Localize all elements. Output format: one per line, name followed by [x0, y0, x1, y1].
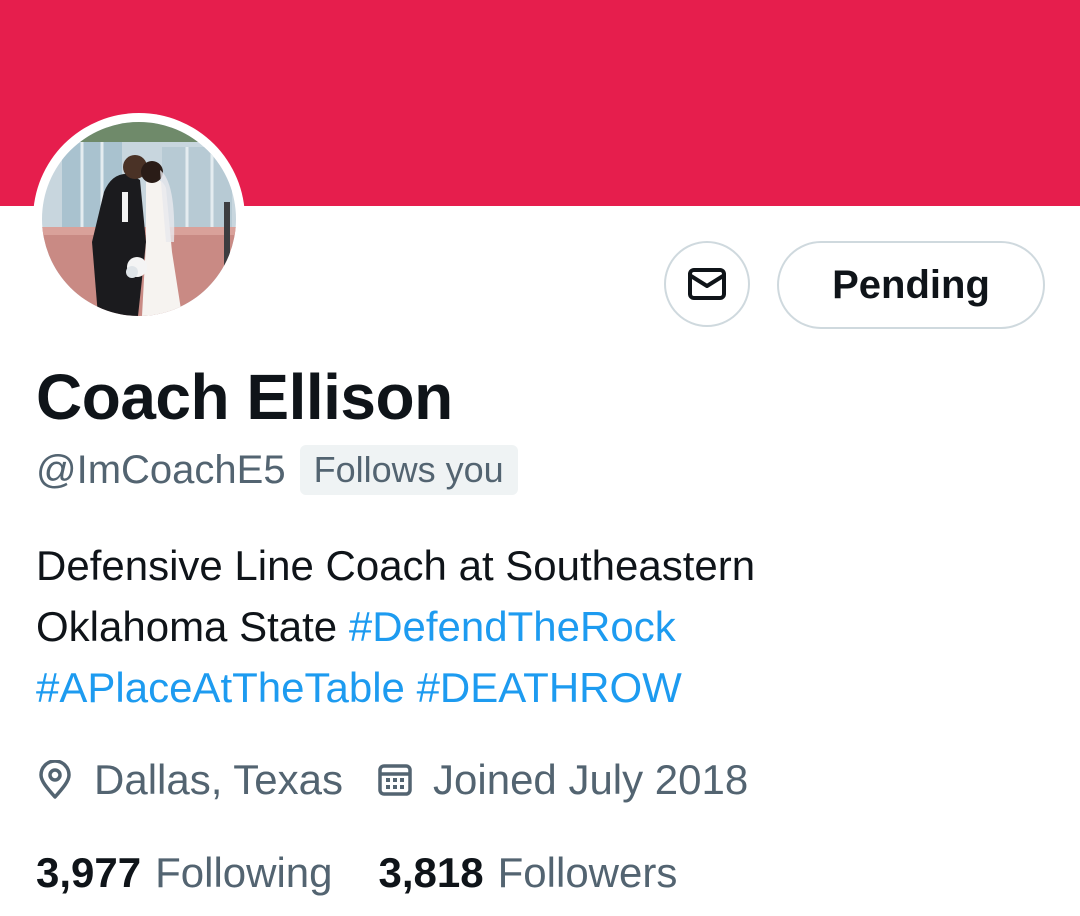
display-name: Coach Ellison	[36, 361, 453, 433]
following-link[interactable]: 3,977 Following	[36, 849, 333, 897]
follows-you-badge: Follows you	[299, 445, 518, 495]
followers-link[interactable]: 3,818 Followers	[379, 849, 678, 897]
handle-row: @ImCoachE5 Follows you	[36, 443, 518, 497]
followers-label: Followers	[497, 849, 678, 896]
username-handle: @ImCoachE5	[36, 447, 286, 492]
location-text: Dallas, Texas	[94, 756, 344, 803]
pending-button[interactable]: Pending	[777, 241, 1045, 329]
following-count: 3,977	[36, 849, 142, 896]
pending-button-label: Pending	[832, 262, 990, 307]
profile-bio: Defensive Line Coach at Southeastern Okl…	[36, 535, 936, 718]
joined-item: Joined July 2018	[377, 756, 748, 804]
bio-line-3: #APlaceAtTheTable #DEATHROW	[36, 657, 936, 718]
joined-text: Joined July 2018	[433, 756, 749, 803]
calendar-icon	[377, 762, 413, 798]
hashtag-link[interactable]: #DEATHROW	[417, 664, 682, 711]
hashtag-link[interactable]: #DefendTheRock	[349, 603, 676, 650]
following-label: Following	[155, 849, 333, 896]
message-button[interactable]	[664, 241, 750, 327]
avatar[interactable]	[33, 113, 245, 325]
follow-stats: 3,977 Following 3,818 Followers	[36, 843, 677, 903]
bio-line-2: Oklahoma State #DefendTheRock	[36, 596, 936, 657]
profile-meta: Dallas, Texas Joined July 2018	[36, 750, 748, 810]
location-item: Dallas, Texas	[36, 756, 343, 804]
envelope-icon	[687, 267, 727, 301]
bio-line-1: Defensive Line Coach at Southeastern	[36, 542, 756, 589]
hashtag-link[interactable]: #APlaceAtTheTable	[36, 664, 405, 711]
bio-text: Oklahoma State	[36, 603, 338, 650]
avatar-photo	[42, 122, 236, 316]
location-pin-icon	[36, 760, 74, 800]
followers-count: 3,818	[378, 849, 484, 896]
